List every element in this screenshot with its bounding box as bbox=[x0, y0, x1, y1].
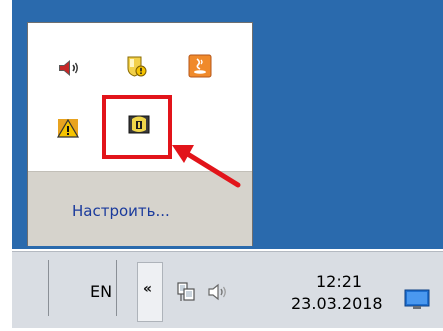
network-icon[interactable] bbox=[174, 280, 198, 304]
language-indicator[interactable]: EN bbox=[90, 282, 112, 301]
speaker-icon[interactable] bbox=[56, 56, 80, 80]
shield-notification-icon[interactable] bbox=[124, 54, 148, 78]
show-hidden-icons-button[interactable]: « bbox=[137, 262, 163, 322]
customize-link[interactable]: Настроить... bbox=[72, 202, 170, 220]
taskbar-separator bbox=[48, 260, 49, 316]
clock-date[interactable]: 23.03.2018 bbox=[291, 294, 383, 313]
warning-icon[interactable] bbox=[56, 116, 80, 140]
taskbar-separator bbox=[116, 260, 117, 316]
show-desktop-icon[interactable] bbox=[404, 288, 430, 312]
taskbar: EN « 12:21 23.03.2018 bbox=[0, 249, 443, 331]
red-arrow-icon bbox=[168, 135, 244, 195]
java-icon[interactable] bbox=[188, 54, 212, 78]
volume-icon[interactable] bbox=[206, 280, 230, 304]
clock-time[interactable]: 12:21 bbox=[316, 272, 362, 291]
chevron-up-icon: « bbox=[143, 281, 153, 297]
taskbar-strip: EN « 12:21 23.03.2018 bbox=[12, 251, 443, 328]
highlight-box bbox=[102, 95, 172, 159]
